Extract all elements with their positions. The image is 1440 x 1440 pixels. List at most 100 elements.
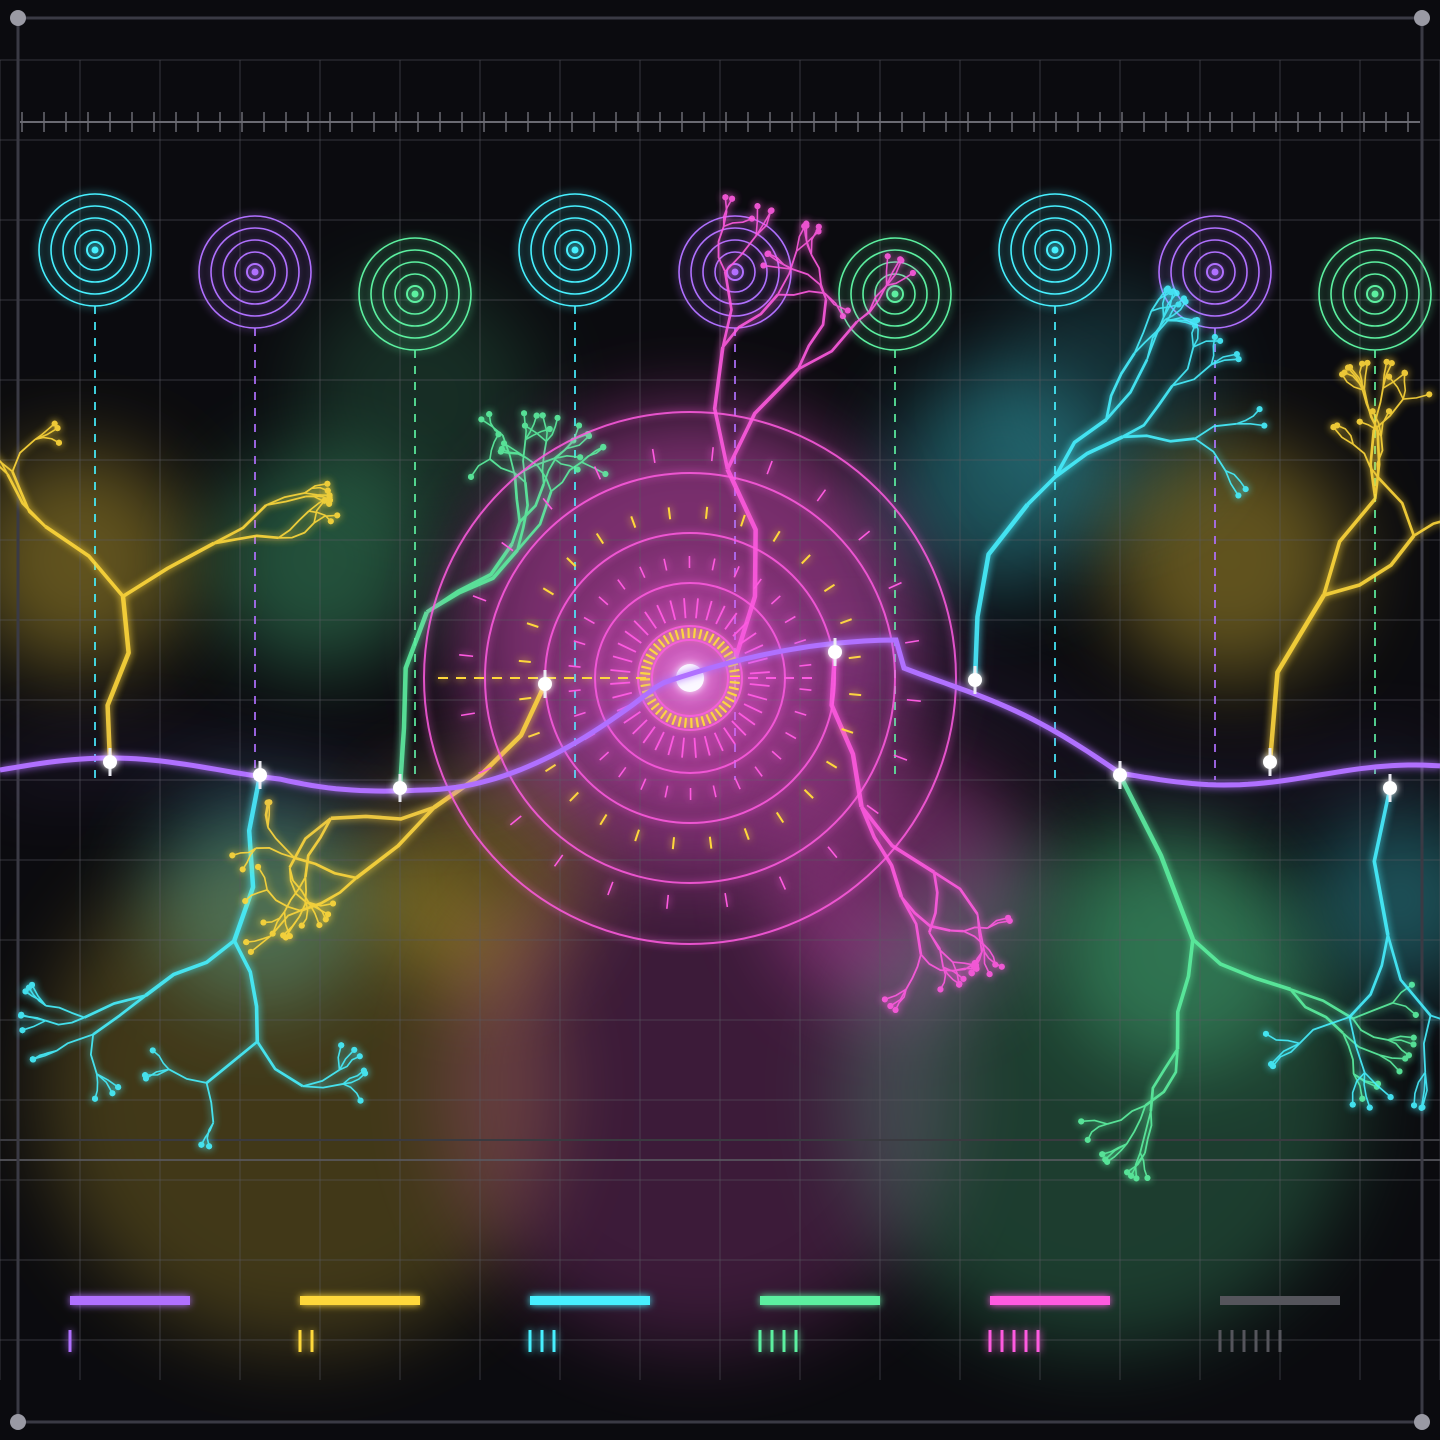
branch-node (1084, 1136, 1091, 1143)
branch-node (960, 975, 967, 982)
branch-node (586, 433, 593, 440)
branch-node (729, 195, 736, 202)
branch-node (1269, 1063, 1276, 1070)
branch-node (1173, 290, 1180, 297)
branch-node (1262, 1030, 1269, 1037)
branch-node (1164, 285, 1171, 292)
branch-node (351, 1046, 358, 1053)
target-center-icon (411, 290, 419, 298)
branch-node (22, 988, 29, 995)
branch-node (844, 307, 851, 314)
branch-node (324, 480, 331, 487)
branch-node (330, 900, 337, 907)
branch-node (327, 518, 334, 525)
corner-dot-icon (1414, 10, 1430, 26)
branch-node (1426, 391, 1433, 398)
wave-node (828, 645, 842, 659)
branch-node (282, 934, 289, 941)
wave-node (393, 781, 407, 795)
branch-node (247, 948, 254, 955)
branch-node (554, 414, 561, 421)
branch-node (1345, 364, 1352, 371)
branch-node (1402, 1055, 1409, 1062)
branch-node (478, 416, 485, 423)
branch-node (206, 1143, 213, 1150)
branch-node (521, 422, 528, 429)
legend-swatch (530, 1296, 650, 1305)
branch-node (334, 512, 341, 519)
branch-node (937, 986, 944, 993)
branch-node (521, 410, 528, 417)
legend-swatch (70, 1296, 190, 1305)
branch-node (600, 443, 607, 450)
branch-node (115, 1084, 122, 1091)
branch-node (1356, 418, 1363, 425)
branch-node (1396, 1068, 1403, 1075)
branch-node (539, 412, 546, 419)
haze-blob (980, 280, 1220, 520)
branch-node (577, 454, 584, 461)
branch-node (109, 1090, 116, 1097)
branch-node (316, 922, 323, 929)
legend-swatch (760, 1296, 880, 1305)
branch-node (1339, 371, 1346, 378)
branch-node (602, 471, 609, 478)
branch-node (546, 425, 553, 432)
corner-dot-icon (10, 1414, 26, 1430)
branch-node (29, 1056, 36, 1063)
branch-node (1124, 1169, 1131, 1176)
radar-inner-tick (729, 680, 740, 685)
radar-inner-tick (640, 671, 651, 676)
branch-node (998, 963, 1005, 970)
radar-tick (849, 692, 862, 697)
branch-node (149, 1047, 156, 1054)
branch-node (1217, 337, 1224, 344)
branch-node (1401, 370, 1408, 377)
branch-node (326, 494, 333, 501)
wave-node (103, 755, 117, 769)
branch-node (1192, 317, 1199, 324)
schematic-svg (0, 0, 1440, 1440)
branch-node (533, 412, 540, 419)
target-center-icon (571, 246, 579, 254)
branch-node (1261, 422, 1268, 429)
branch-node (1388, 360, 1395, 367)
branch-node (1366, 1104, 1373, 1111)
branch-node (909, 270, 916, 277)
branch-node (1410, 1041, 1417, 1048)
haze-blob (840, 830, 1360, 1350)
branch-node (1412, 1011, 1419, 1018)
branch-node (1411, 1102, 1418, 1109)
branch-node (1099, 1151, 1106, 1158)
branch-node (54, 425, 61, 432)
branch-node (362, 1070, 369, 1077)
branch-node (1005, 914, 1012, 921)
branch-node (242, 898, 249, 905)
branch-node (760, 262, 767, 269)
wave-node (968, 673, 982, 687)
branch-node (18, 1011, 25, 1018)
target-center-icon (891, 290, 899, 298)
radar-inner-tick (692, 628, 697, 639)
branch-node (1359, 360, 1366, 367)
haze-blob (300, 280, 540, 520)
branch-node (892, 1006, 899, 1013)
branch-node (497, 448, 504, 455)
branch-node (1078, 1118, 1085, 1125)
branch-node (884, 253, 891, 260)
target-center-icon (1371, 290, 1379, 298)
branch-node (467, 473, 474, 480)
corner-dot-icon (1414, 1414, 1430, 1430)
legend-swatch (1220, 1296, 1340, 1305)
branch-node (897, 256, 904, 263)
branch-node (968, 969, 975, 976)
branch-node (768, 207, 775, 214)
branch-node (338, 1042, 345, 1049)
radar-tick (671, 837, 676, 850)
branch-node (356, 1053, 363, 1060)
branch-node (255, 863, 262, 870)
branch-node (243, 939, 250, 946)
wave-node (1383, 781, 1397, 795)
branch-node (142, 1075, 149, 1082)
legend-swatch (990, 1296, 1110, 1305)
